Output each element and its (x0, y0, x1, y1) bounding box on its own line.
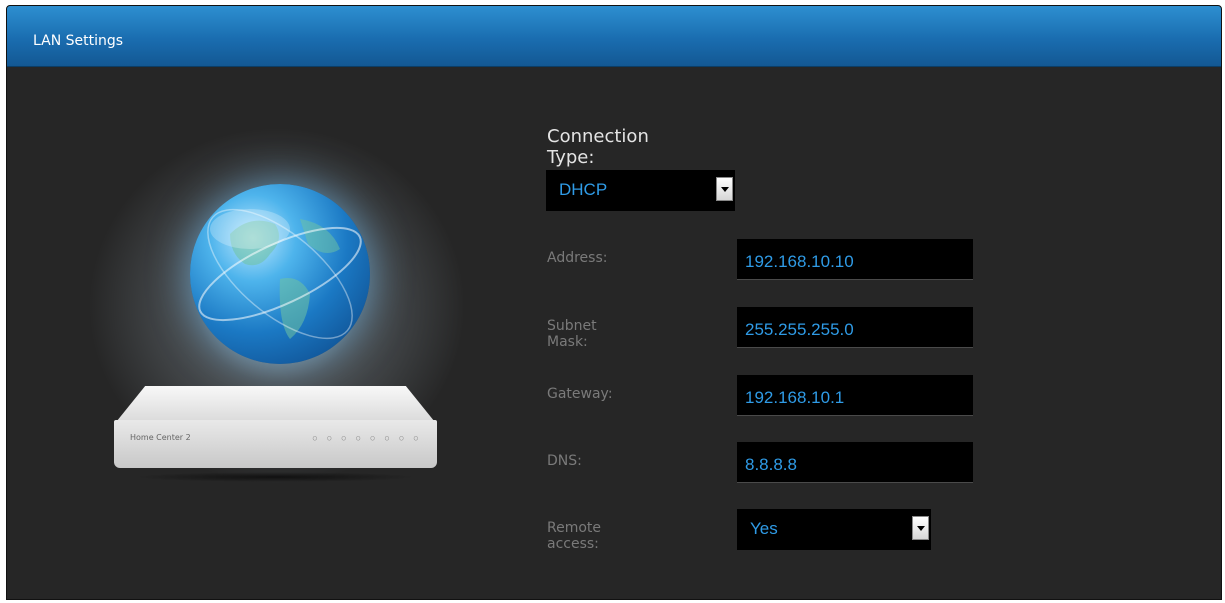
connection-type-heading: Connection Type: (547, 126, 649, 168)
subnet-mask-label: Subnet Mask: (547, 318, 597, 350)
address-label: Address: (547, 250, 608, 266)
globe-icon (190, 184, 370, 364)
remote-access-label: Remote access: (547, 520, 602, 552)
lan-settings-panel: LAN Settings Home Center 2 ○ ○ ○ ○ ○ ○ ○… (6, 5, 1222, 600)
subnet-mask-input[interactable]: 255.255.255.0 (737, 307, 973, 348)
dns-label: DNS: (547, 453, 582, 469)
gateway-input[interactable]: 192.168.10.1 (737, 375, 973, 416)
connection-type-value: DHCP (559, 180, 608, 199)
window-title: LAN Settings (33, 33, 124, 49)
remote-access-select[interactable]: Yes (737, 509, 931, 550)
device-label: Home Center 2 (130, 433, 191, 442)
title-bar: LAN Settings (7, 6, 1221, 67)
router-device-icon: Home Center 2 ○ ○ ○ ○ ○ ○ ○ ○ (104, 386, 447, 484)
gateway-label: Gateway: (547, 386, 613, 402)
address-input[interactable]: 192.168.10.10 (737, 239, 973, 280)
chevron-down-icon[interactable] (716, 177, 733, 201)
connection-type-select[interactable]: DHCP (546, 170, 735, 211)
chevron-down-icon[interactable] (912, 516, 929, 540)
device-leds: ○ ○ ○ ○ ○ ○ ○ ○ (312, 434, 421, 442)
network-illustration: Home Center 2 ○ ○ ○ ○ ○ ○ ○ ○ (7, 66, 527, 599)
remote-access-value: Yes (750, 519, 778, 538)
dns-input[interactable]: 8.8.8.8 (737, 442, 973, 483)
